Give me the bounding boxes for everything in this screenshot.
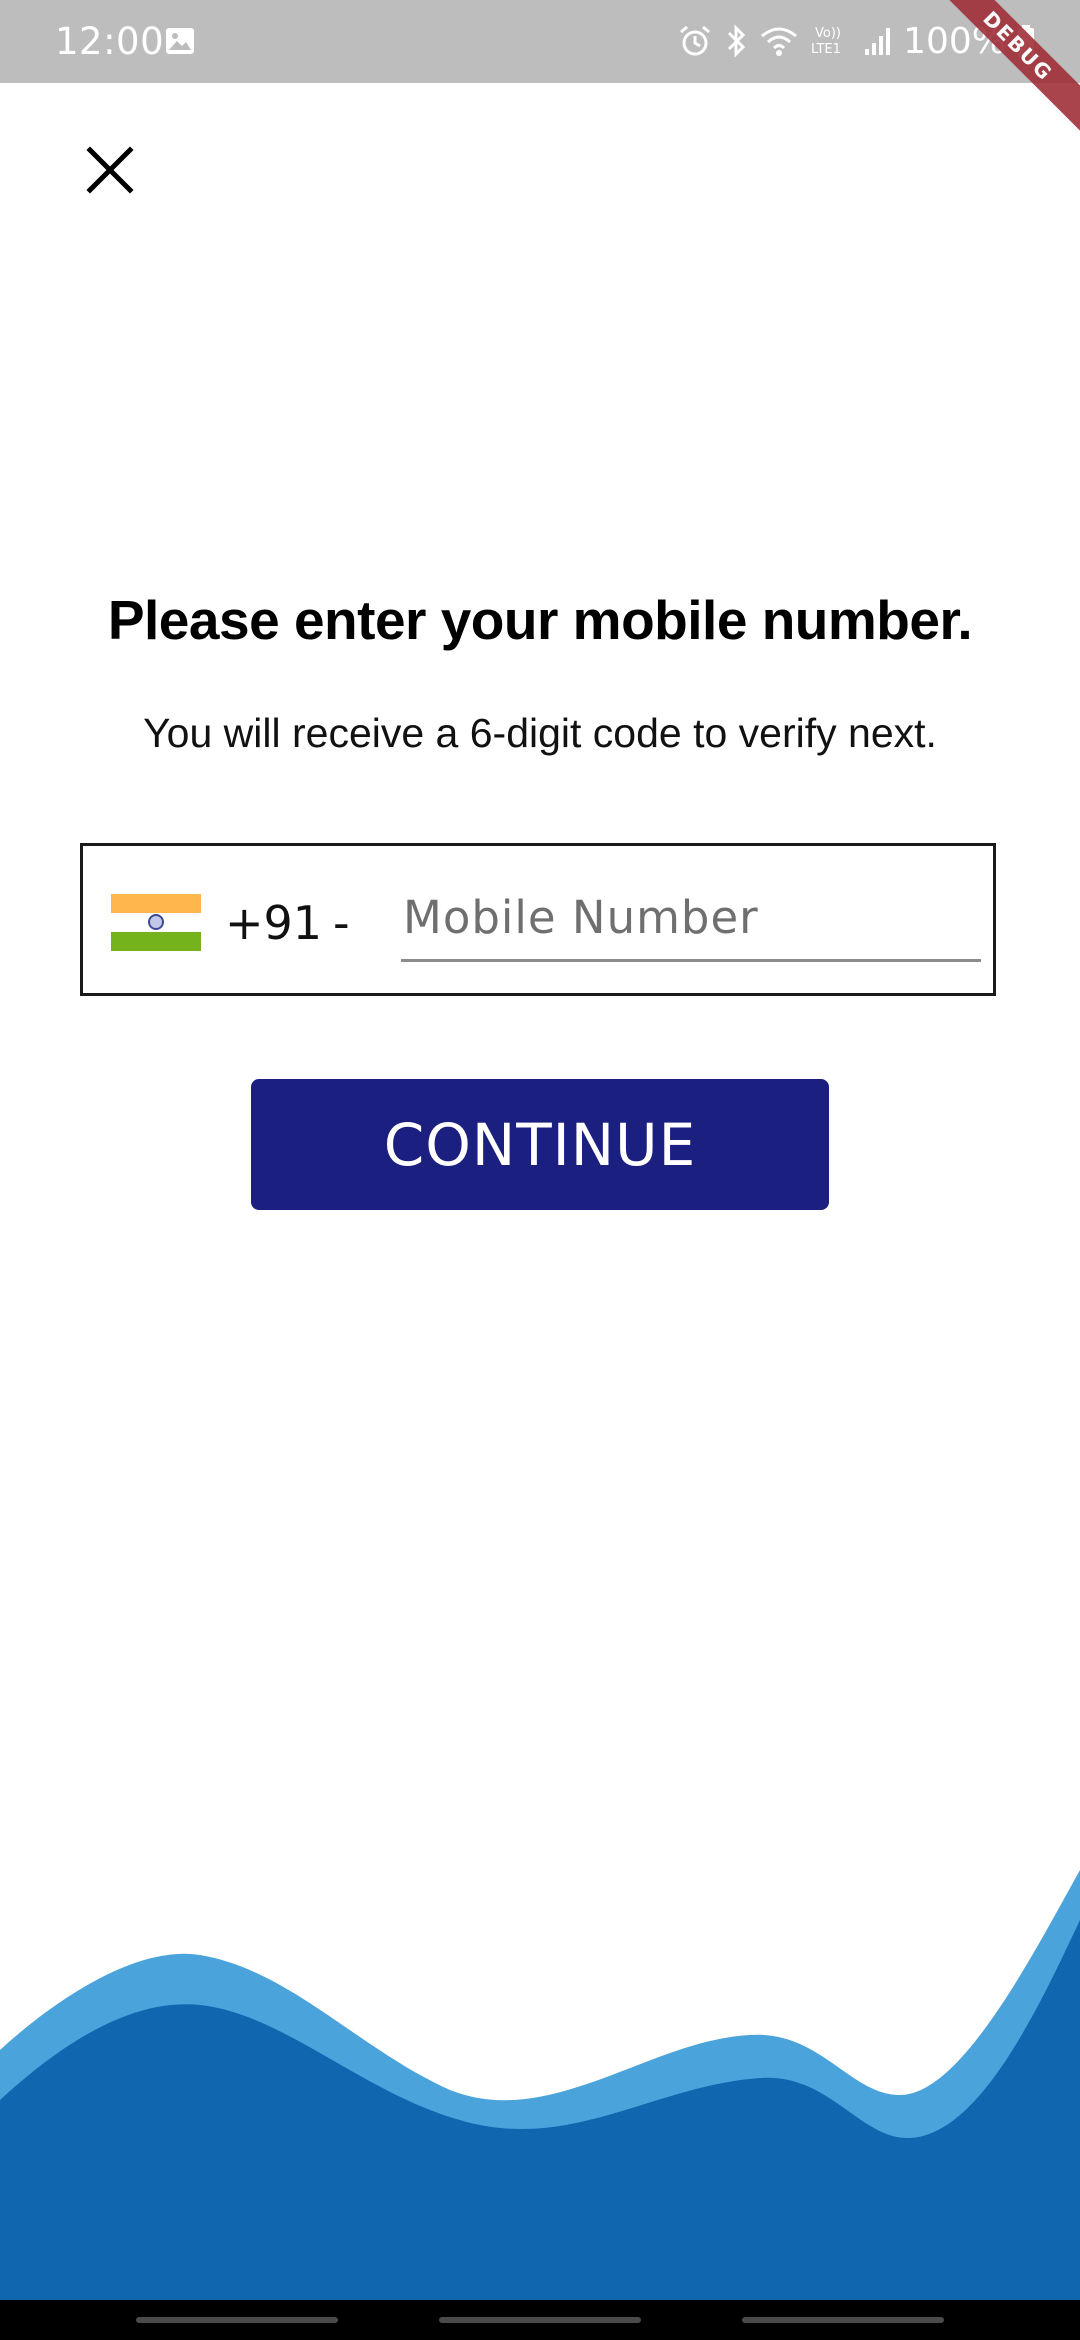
wifi-icon xyxy=(761,27,798,56)
nav-home-handle[interactable] xyxy=(439,2317,641,2323)
nav-back-handle[interactable] xyxy=(742,2317,944,2323)
signal-icon xyxy=(865,28,891,55)
country-dial-code[interactable]: +91 xyxy=(225,896,322,950)
status-time: 12:00 xyxy=(55,20,165,63)
close-icon xyxy=(86,146,134,194)
close-button[interactable] xyxy=(75,135,145,205)
svg-text:Vo)): Vo)) xyxy=(815,26,841,41)
ashoka-chakra-icon xyxy=(148,914,164,930)
wave-decoration xyxy=(0,1870,1080,2300)
dial-code-separator: - xyxy=(333,896,350,950)
bluetooth-icon xyxy=(728,24,746,58)
page-subtitle: You will receive a 6-digit code to verif… xyxy=(143,710,937,756)
india-flag-icon[interactable] xyxy=(111,894,201,951)
gallery-icon xyxy=(166,28,194,54)
volte-lte-icon: Vo)) LTE1 xyxy=(811,26,841,57)
page-title: Please enter your mobile number. xyxy=(107,589,973,651)
navigation-bar xyxy=(0,2300,1080,2340)
mobile-number-input[interactable] xyxy=(401,876,981,962)
continue-button[interactable]: CONTINUE xyxy=(251,1079,829,1210)
svg-text:LTE1: LTE1 xyxy=(811,42,841,57)
alarm-icon xyxy=(680,25,711,56)
nav-recents-handle[interactable] xyxy=(136,2317,338,2323)
phone-number-field: +91 - xyxy=(80,843,996,996)
status-bar: 12:00 Vo)) LTE1 100% xyxy=(0,0,1080,83)
